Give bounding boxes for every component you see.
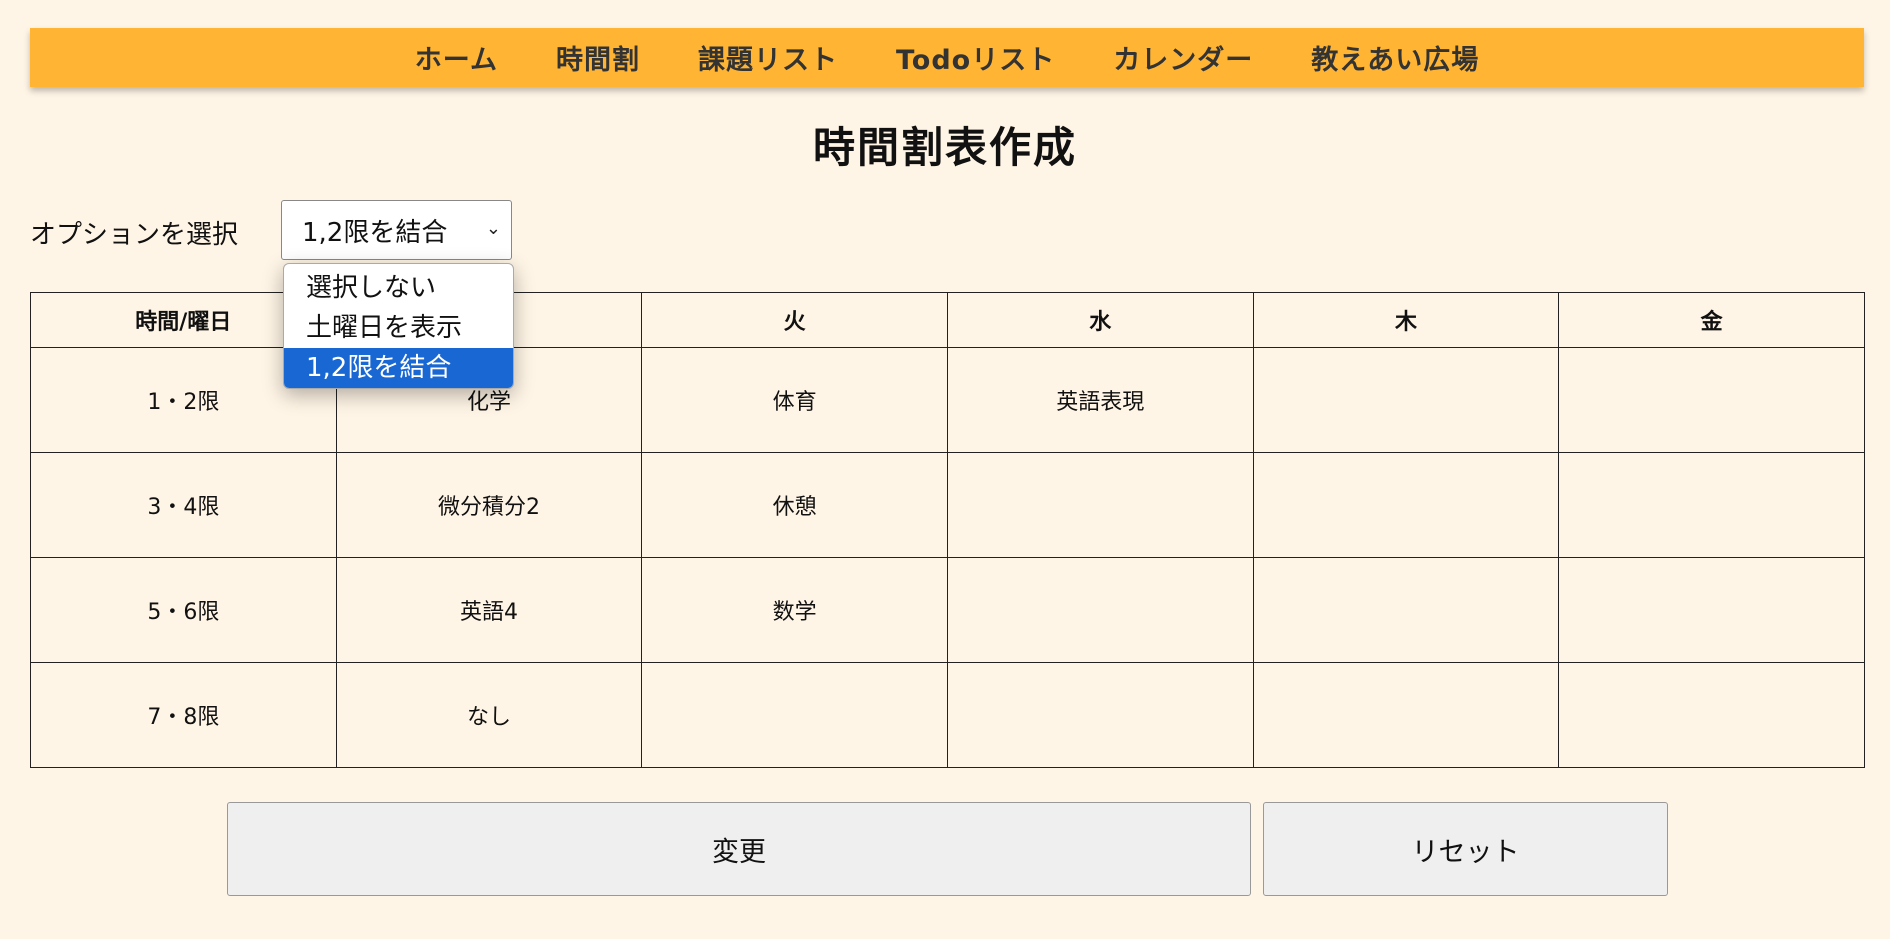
timetable-cell[interactable]: 体育 [641, 347, 948, 453]
dropdown-option-merge-periods[interactable]: 1,2限を結合 [284, 348, 513, 388]
timetable-cell[interactable] [946, 557, 1254, 663]
nav-item-forum[interactable]: 教えあい広場 [1311, 38, 1479, 77]
table-row: 3・4限 微分積分2 休憩 [30, 452, 1865, 558]
timetable-cell[interactable]: 数学 [641, 557, 948, 663]
nav-item-calendar[interactable]: カレンダー [1113, 38, 1253, 77]
timetable-cell[interactable] [1558, 347, 1865, 453]
timetable-cell[interactable]: 英語4 [335, 557, 643, 663]
header-wednesday: 水 [946, 292, 1254, 348]
page-title: 時間割表作成 [812, 123, 1077, 172]
header-thursday: 木 [1252, 292, 1560, 348]
header-friday: 金 [1558, 292, 1865, 348]
option-select-value: 1,2限を結合 [302, 217, 448, 248]
period-cell: 5・6限 [30, 557, 337, 663]
timetable-cell[interactable] [1558, 662, 1865, 768]
period-cell: 3・4限 [30, 452, 337, 558]
table-row: 5・6限 英語4 数学 [30, 557, 1865, 663]
timetable-cell[interactable] [1252, 662, 1560, 768]
timetable-cell[interactable]: 休憩 [641, 452, 948, 558]
nav-item-timetable[interactable]: 時間割 [556, 38, 640, 77]
timetable-cell[interactable] [1558, 557, 1865, 663]
timetable-cell[interactable] [1252, 557, 1560, 663]
timetable-cell[interactable]: 英語表現 [946, 347, 1254, 453]
dropdown-option-none[interactable]: 選択しない [284, 268, 513, 308]
change-button[interactable]: 変更 [227, 802, 1251, 896]
nav-item-todo[interactable]: Todoリスト [896, 38, 1055, 77]
dropdown-option-show-saturday[interactable]: 土曜日を表示 [284, 308, 513, 348]
timetable-cell[interactable] [641, 662, 948, 768]
top-navbar: ホーム 時間割 課題リスト Todoリスト カレンダー 教えあい広場 [30, 28, 1864, 87]
timetable-cell[interactable] [946, 452, 1254, 558]
nav-item-home[interactable]: ホーム [415, 38, 498, 77]
timetable-cell[interactable] [1252, 452, 1560, 558]
period-cell: 7・8限 [30, 662, 337, 768]
timetable-cell[interactable] [1252, 347, 1560, 453]
timetable-cell[interactable]: 微分積分2 [335, 452, 643, 558]
option-select[interactable]: 1,2限を結合 ⌄ [281, 200, 512, 260]
header-tuesday: 火 [641, 292, 948, 348]
option-dropdown-menu: 選択しない 土曜日を表示 1,2限を結合 [283, 263, 514, 389]
timetable-cell[interactable]: なし [335, 662, 643, 768]
reset-button[interactable]: リセット [1263, 802, 1668, 896]
chevron-down-icon: ⌄ [485, 218, 501, 239]
table-row: 7・8限 なし [30, 662, 1865, 768]
timetable-cell[interactable] [1558, 452, 1865, 558]
nav-item-assignments[interactable]: 課題リスト [698, 38, 838, 77]
option-label: オプションを選択 [30, 220, 239, 250]
timetable-cell[interactable] [946, 662, 1254, 768]
